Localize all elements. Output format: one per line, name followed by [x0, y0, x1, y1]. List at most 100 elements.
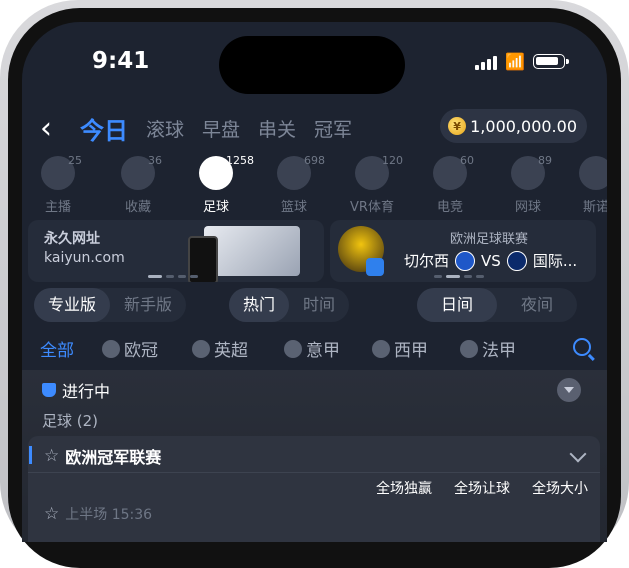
balance-pill[interactable]: ¥ 1,000,000.00 [440, 109, 587, 143]
category-soccer[interactable]: 1258 足球 [186, 154, 254, 215]
category-count: 698 [304, 154, 325, 167]
live-heading: 进行中 [42, 378, 110, 402]
league-tab-ligue-1[interactable]: 法甲 [460, 336, 516, 361]
banner-featured-match[interactable]: 欧洲足球联赛 切尔西 VS 国际... [330, 220, 596, 282]
league-name: 欧洲冠军联赛 [65, 448, 162, 467]
wifi-icon: 📶 [505, 52, 525, 71]
beginner-mode-button[interactable]: 新手版 [110, 288, 186, 322]
search-icon[interactable] [573, 338, 591, 356]
sort-hot-button[interactable]: 热门 [229, 288, 290, 322]
mode-toggle: 专业版 新手版 [34, 288, 187, 322]
banner-league: 欧洲足球联赛 [450, 232, 529, 247]
category-count: 1258 [226, 154, 254, 167]
divider [28, 472, 600, 473]
epl-icon [192, 339, 210, 358]
category-label: 收藏 [124, 200, 151, 215]
status-icons: 📶 [475, 52, 569, 71]
category-anchor[interactable]: 25 主播 [28, 154, 88, 215]
category-basketball[interactable]: 698 篮球 [264, 154, 325, 215]
market-headers: 全场独赢 全场让球 全场大小 [376, 478, 588, 498]
inter-logo-icon [506, 250, 527, 271]
back-icon[interactable]: ‹ [40, 111, 62, 146]
tab-today[interactable]: 今日 [80, 111, 128, 146]
vs-label: VS [481, 251, 501, 270]
league-tab-label: 法甲 [482, 341, 516, 361]
live-section: 进行中 足球 (2) ☆ 欧洲冠军联赛 全场独赢 全场让球 全场大小 ☆ 上半场… [22, 370, 607, 542]
collapse-icon[interactable] [557, 378, 581, 402]
banner-title: 永久网址 [44, 231, 100, 247]
banner-dots [434, 275, 484, 278]
day-mode-button[interactable]: 日间 [417, 288, 498, 322]
filter-bar: 专业版 新手版 热门 时间 日间 夜间 [34, 288, 594, 322]
favorite-star-icon[interactable]: ☆ [44, 446, 59, 466]
accent-bar [29, 446, 32, 464]
banner-match: 切尔西 VS 国际... [404, 250, 577, 271]
tab-parlay[interactable]: 串关 [258, 115, 296, 142]
away-team: 国际... [532, 252, 578, 270]
match-row[interactable]: ☆ 上半场 15:36 [44, 504, 152, 524]
league-tab-all[interactable]: 全部 [40, 336, 74, 361]
category-vr[interactable]: 120 VR体育 [342, 154, 403, 215]
chelsea-logo-icon [455, 250, 476, 271]
top-nav: ‹ 今日 滚球 早盘 串关 冠军 [40, 110, 352, 146]
league-tab-label: 全部 [40, 341, 74, 361]
category-snooker[interactable]: 斯诺 [566, 156, 607, 215]
category-label: 网球 [514, 200, 541, 215]
app-screen: 9:41 📶 ‹ 今日 滚球 早盘 串关 冠军 ¥ 1,000,000.00 2… [22, 22, 607, 542]
sort-time-button[interactable]: 时间 [289, 288, 349, 322]
league-tab-epl[interactable]: 英超 [192, 336, 248, 361]
market-header: 全场让球 [454, 481, 510, 497]
category-label: 足球 [202, 200, 229, 215]
category-label: 篮球 [280, 200, 307, 215]
status-time: 9:41 [92, 48, 150, 74]
cellular-signal-icon [475, 54, 498, 70]
banner-permanent-url[interactable]: 永久网址 kaiyun.com [28, 220, 324, 282]
category-esports[interactable]: 60 电竞 [420, 154, 480, 215]
category-count: 120 [382, 154, 403, 167]
league-tab-serie-a[interactable]: 意甲 [284, 336, 340, 361]
balance-amount: 1,000,000.00 [470, 116, 577, 136]
la-liga-icon [372, 339, 390, 358]
category-label: 主播 [44, 200, 71, 215]
category-count: 36 [148, 154, 162, 167]
serie-a-icon [284, 339, 302, 358]
category-label: 斯诺 [582, 200, 607, 215]
sport-categories: 25 主播 36 收藏 1258 足球 698 篮球 120 VR体育 60 电竞 89 网球… [22, 154, 607, 218]
category-count: 89 [538, 154, 552, 167]
market-header: 全场大小 [532, 481, 588, 497]
banner-dots [148, 275, 198, 278]
ucl-icon [102, 339, 120, 358]
match-time: 上半场 15:36 [65, 507, 153, 523]
tab-outright[interactable]: 冠军 [314, 115, 352, 142]
live-stats-icon [366, 258, 384, 276]
league-header[interactable]: ☆ 欧洲冠军联赛 [29, 444, 162, 468]
pro-mode-button[interactable]: 专业版 [34, 288, 111, 322]
league-tabs: 全部 欧冠 英超 意甲 西甲 法甲 [22, 332, 607, 362]
league-tab-label: 欧冠 [124, 341, 158, 361]
category-favorites[interactable]: 36 收藏 [108, 154, 168, 215]
home-team: 切尔西 [404, 252, 450, 270]
sport-count: 足球 (2) [42, 412, 99, 430]
league-tab-label: 意甲 [306, 341, 340, 361]
category-label: VR体育 [350, 200, 394, 215]
league-tab-ucl[interactable]: 欧冠 [102, 336, 158, 361]
tab-early[interactable]: 早盘 [202, 115, 240, 142]
category-count: 25 [68, 154, 82, 167]
banner-url: kaiyun.com [44, 250, 125, 266]
coin-icon: ¥ [448, 117, 467, 135]
theme-toggle: 日间 夜间 [417, 288, 578, 322]
tab-live[interactable]: 滚球 [146, 115, 184, 142]
league-tab-label: 西甲 [394, 341, 428, 361]
chevron-down-icon[interactable] [569, 445, 587, 463]
league-tab-la-liga[interactable]: 西甲 [372, 336, 428, 361]
night-mode-button[interactable]: 夜间 [497, 288, 577, 322]
battery-icon [533, 54, 569, 69]
category-tennis[interactable]: 89 网球 [498, 154, 558, 215]
ligue-1-icon [460, 339, 478, 358]
favorite-star-icon[interactable]: ☆ [44, 504, 59, 524]
category-label: 电竞 [436, 200, 463, 215]
sort-toggle: 热门 时间 [229, 288, 350, 322]
market-header: 全场独赢 [376, 481, 432, 497]
trophy-icon [42, 383, 56, 397]
league-card: ☆ 欧洲冠军联赛 全场独赢 全场让球 全场大小 ☆ 上半场 15:36 [28, 436, 600, 542]
